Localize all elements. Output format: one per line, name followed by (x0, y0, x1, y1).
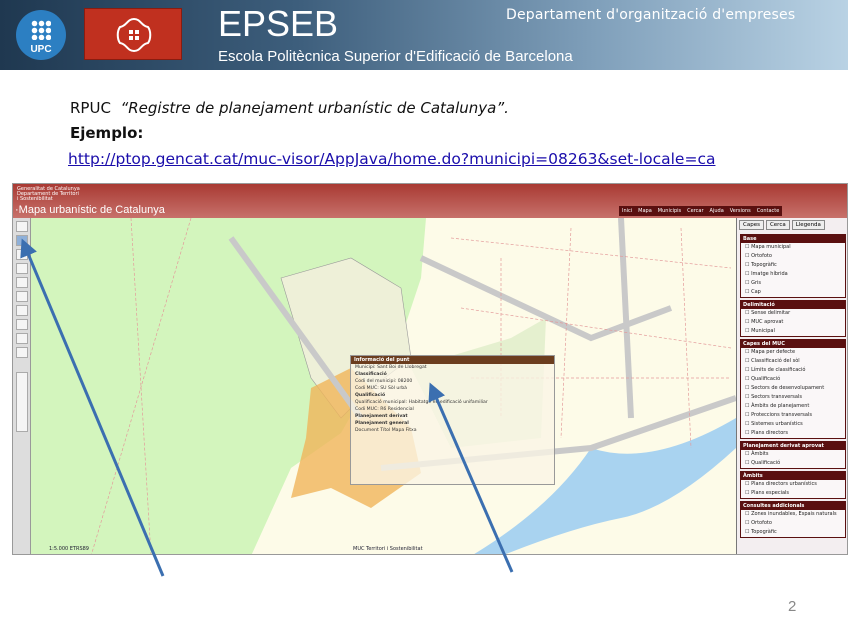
page-number: 2 (788, 598, 797, 615)
arrow-to-info-tool (20, 238, 165, 577)
annotation-arrows (20, 238, 514, 577)
arrow-to-popup (428, 382, 514, 573)
